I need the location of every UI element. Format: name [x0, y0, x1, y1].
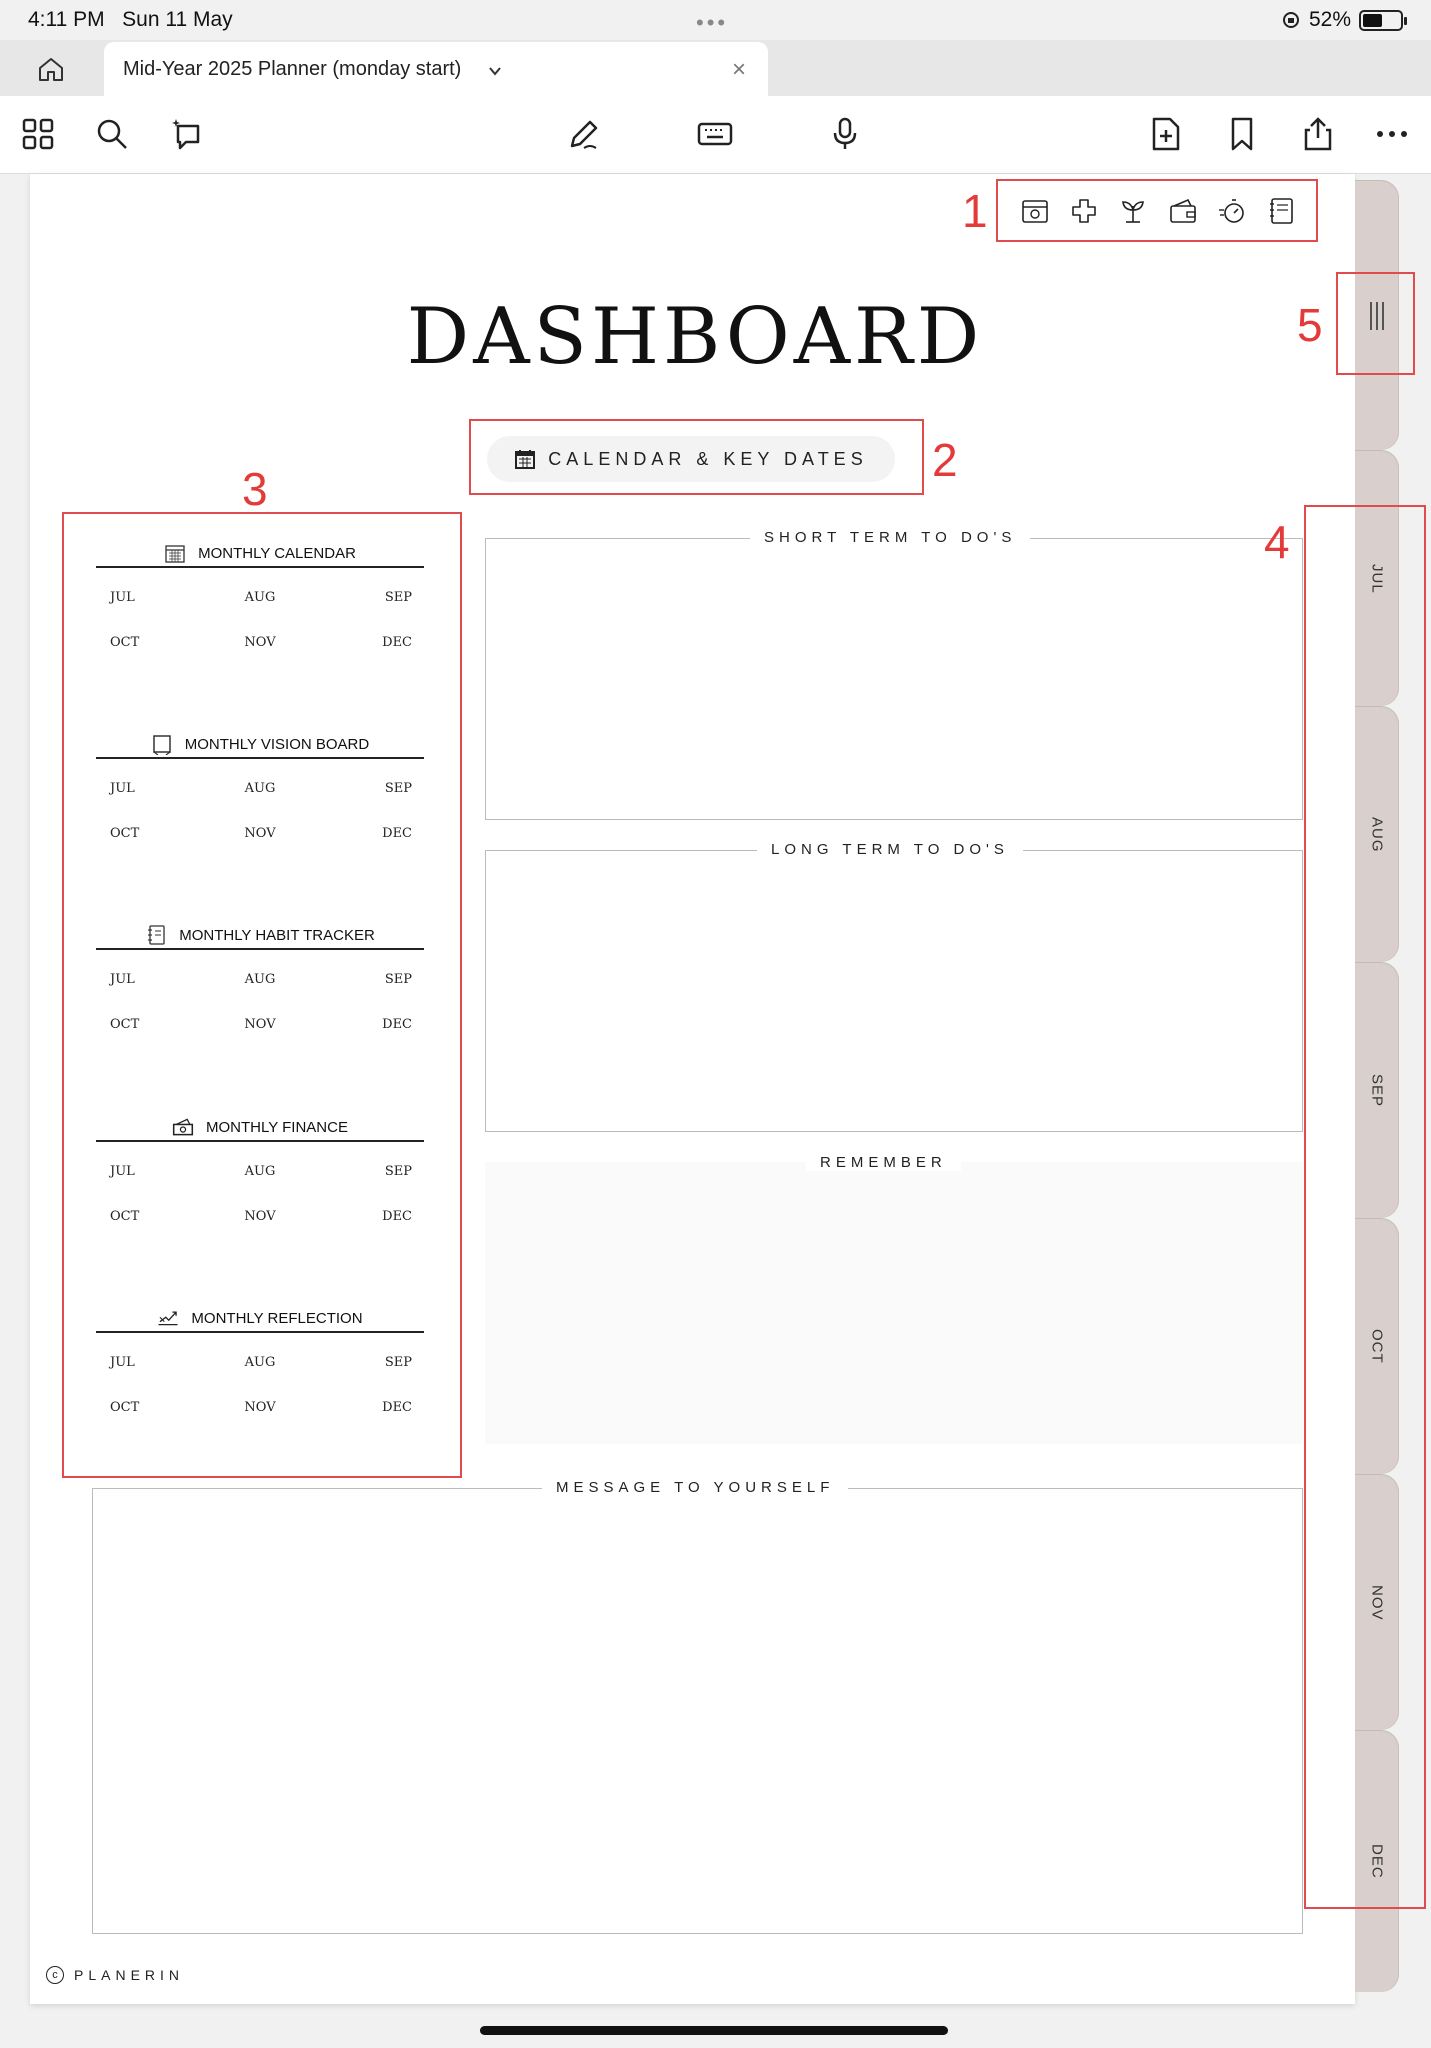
ai-assistant-button[interactable] — [168, 114, 208, 154]
annotation-number-4: 4 — [1264, 516, 1290, 568]
add-page-button[interactable] — [1146, 114, 1186, 154]
rotation-lock-icon — [1282, 12, 1299, 28]
add-page-icon — [1152, 117, 1180, 151]
battery-icon — [1359, 9, 1407, 31]
annotation-number-1: 1 — [962, 185, 988, 237]
date-text: Sun 11 May — [122, 8, 233, 31]
search-button[interactable] — [92, 114, 132, 154]
search-icon — [97, 119, 127, 149]
status-time: 4:11 PM Sun 11 May — [28, 8, 233, 32]
brand-footer: c PLANERIN — [46, 1966, 184, 1984]
microphone-icon — [833, 117, 857, 149]
keyboard-button[interactable] — [695, 114, 735, 154]
message-to-yourself-label: MESSAGE TO YOURSELF — [542, 1479, 849, 1496]
pen-icon — [570, 120, 598, 149]
page-title: DASHBOARD — [406, 292, 984, 382]
grid-icon — [22, 118, 54, 150]
microphone-button[interactable] — [825, 114, 865, 154]
more-options-button[interactable] — [1372, 114, 1412, 154]
ai-chat-icon — [172, 119, 200, 150]
toolbar — [0, 96, 1431, 174]
share-button[interactable] — [1298, 114, 1338, 154]
annotation-number-5: 5 — [1297, 299, 1323, 351]
copyright-icon: c — [46, 1966, 64, 1984]
home-icon[interactable] — [36, 54, 66, 84]
document-tab[interactable]: Mid-Year 2025 Planner (monday start) × — [104, 42, 768, 98]
annotation-number-2: 2 — [932, 434, 958, 486]
time-text: 4:11 PM — [28, 8, 105, 31]
grid-view-button[interactable] — [18, 114, 58, 154]
annotation-box-5 — [1336, 272, 1415, 375]
bookmark-button[interactable] — [1222, 114, 1262, 154]
battery-fill — [1363, 13, 1382, 27]
share-icon — [1304, 117, 1332, 151]
remember-box[interactable] — [485, 1162, 1303, 1444]
brand-name: PLANERIN — [74, 1967, 185, 1983]
message-to-yourself-box[interactable] — [92, 1488, 1303, 1934]
short-term-todo-label: SHORT TERM TO DO'S — [750, 529, 1031, 546]
close-icon[interactable]: × — [732, 56, 746, 84]
document-tab-title: Mid-Year 2025 Planner (monday start) — [123, 58, 462, 80]
status-bar: 4:11 PM Sun 11 May ••• 52% — [0, 0, 1431, 40]
tab-bar: Mid-Year 2025 Planner (monday start) × — [0, 40, 1431, 98]
annotation-box-4 — [1304, 505, 1426, 1909]
bookmark-icon — [1231, 117, 1253, 151]
keyboard-icon — [697, 122, 733, 146]
annotation-box-2 — [469, 419, 924, 495]
annotation-box-1 — [996, 179, 1318, 242]
status-right: 52% — [1281, 8, 1407, 32]
annotation-number-3: 3 — [242, 463, 268, 515]
annotation-box-3 — [62, 512, 462, 1478]
more-icon — [1377, 131, 1407, 137]
short-term-todo-box[interactable] — [485, 538, 1303, 820]
chevron-down-icon[interactable] — [488, 64, 502, 78]
battery-percent: 52% — [1308, 8, 1351, 31]
home-indicator[interactable] — [480, 2026, 948, 2035]
long-term-todo-box[interactable] — [485, 850, 1303, 1132]
multitask-dots-icon[interactable]: ••• — [696, 10, 728, 36]
pen-tool-button[interactable] — [564, 114, 604, 154]
long-term-todo-label: LONG TERM TO DO'S — [757, 841, 1023, 858]
remember-label: REMEMBER — [806, 1154, 961, 1171]
